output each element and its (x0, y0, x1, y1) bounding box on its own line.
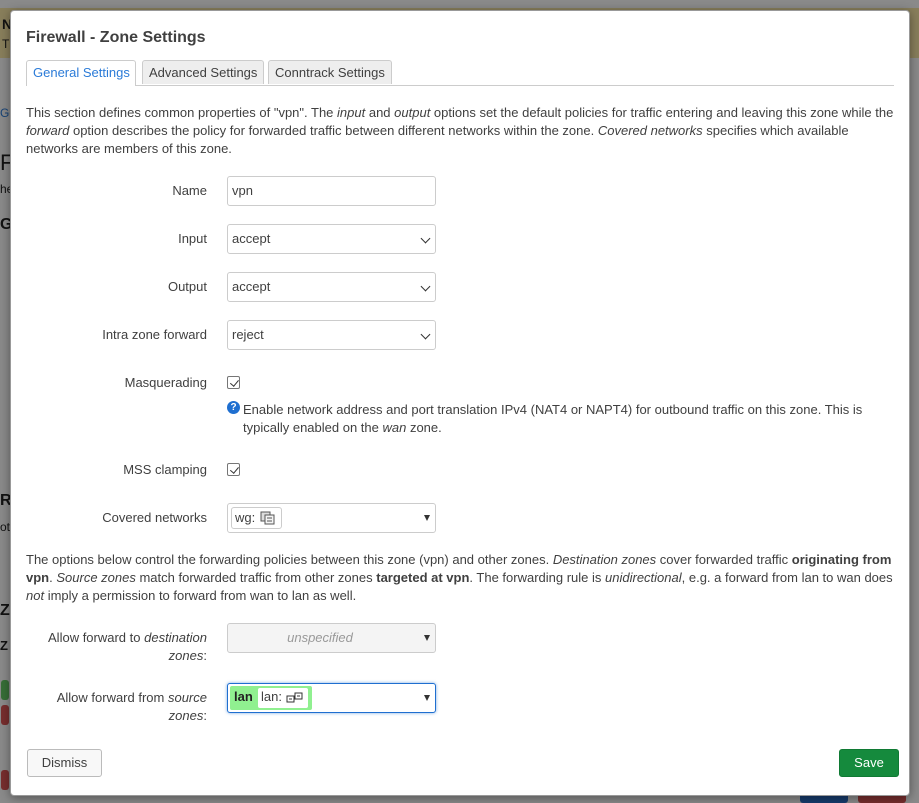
network-chip-label: wg: (235, 510, 256, 525)
input-policy-label: Input (178, 231, 207, 246)
masquerading-help-text: Enable network address and port translat… (243, 402, 863, 435)
section-description: This section defines common properties o… (26, 105, 894, 156)
input-policy-select[interactable]: accept (227, 224, 436, 254)
chevron-down-icon (420, 329, 431, 340)
help-icon: ? (227, 401, 240, 414)
name-input-value: vpn (232, 183, 253, 198)
intra-zone-forward-select[interactable]: reject (227, 320, 436, 350)
input-policy-value: accept (232, 231, 271, 246)
zone-settings-modal: Firewall - Zone Settings General Setting… (10, 10, 910, 796)
covered-networks-dropdown[interactable]: wg: (227, 503, 436, 533)
name-input[interactable]: vpn (227, 176, 436, 206)
output-policy-select[interactable]: accept (227, 272, 436, 302)
forwarding-description: The options below control the forwarding… (26, 552, 893, 603)
network-chip-wg[interactable]: wg: (231, 507, 282, 529)
ethernet-ports-icon (286, 692, 303, 703)
intra-zone-forward-label: Intra zone forward (102, 327, 207, 342)
tab-bar: General Settings Advanced Settings Connt… (26, 60, 894, 86)
forward-to-label: Allow forward to destination zones: (48, 630, 207, 663)
covered-networks-label: Covered networks (102, 510, 207, 525)
output-policy-label: Output (167, 279, 207, 294)
forward-to-dropdown[interactable]: unspecified (227, 623, 436, 653)
zone-badge-name: lan (234, 689, 253, 704)
mss-clamping-checkbox[interactable] (227, 463, 240, 476)
tab-advanced-settings[interactable]: Advanced Settings (142, 60, 264, 84)
network-interface-icon (260, 511, 275, 525)
dismiss-button[interactable]: Dismiss (27, 749, 102, 777)
forward-to-placeholder: unspecified (287, 630, 353, 645)
tab-conntrack-settings[interactable]: Conntrack Settings (268, 60, 392, 84)
save-button[interactable]: Save (839, 749, 899, 777)
zone-badge-lan[interactable]: lan lan: (230, 686, 312, 710)
chevron-down-icon (420, 281, 431, 292)
chevron-down-icon (420, 233, 431, 244)
modal-title: Firewall - Zone Settings (26, 29, 206, 46)
forward-from-label: Allow forward from source zones: (56, 690, 207, 723)
dropdown-arrow-icon (424, 515, 430, 521)
zone-network-label: lan: (261, 689, 282, 704)
masquerading-checkbox[interactable] (227, 376, 240, 389)
mss-clamping-label: MSS clamping (123, 462, 207, 477)
intra-zone-forward-value: reject (232, 327, 264, 342)
zone-network-chip: lan: (258, 688, 308, 708)
tab-general-settings[interactable]: General Settings (26, 60, 136, 86)
output-policy-value: accept (232, 279, 271, 294)
masquerading-label: Masquerading (124, 375, 207, 390)
dropdown-arrow-icon (424, 695, 430, 701)
dropdown-arrow-icon (424, 635, 430, 641)
name-label: Name (172, 183, 207, 198)
forward-from-dropdown[interactable]: lan lan: (227, 683, 436, 713)
